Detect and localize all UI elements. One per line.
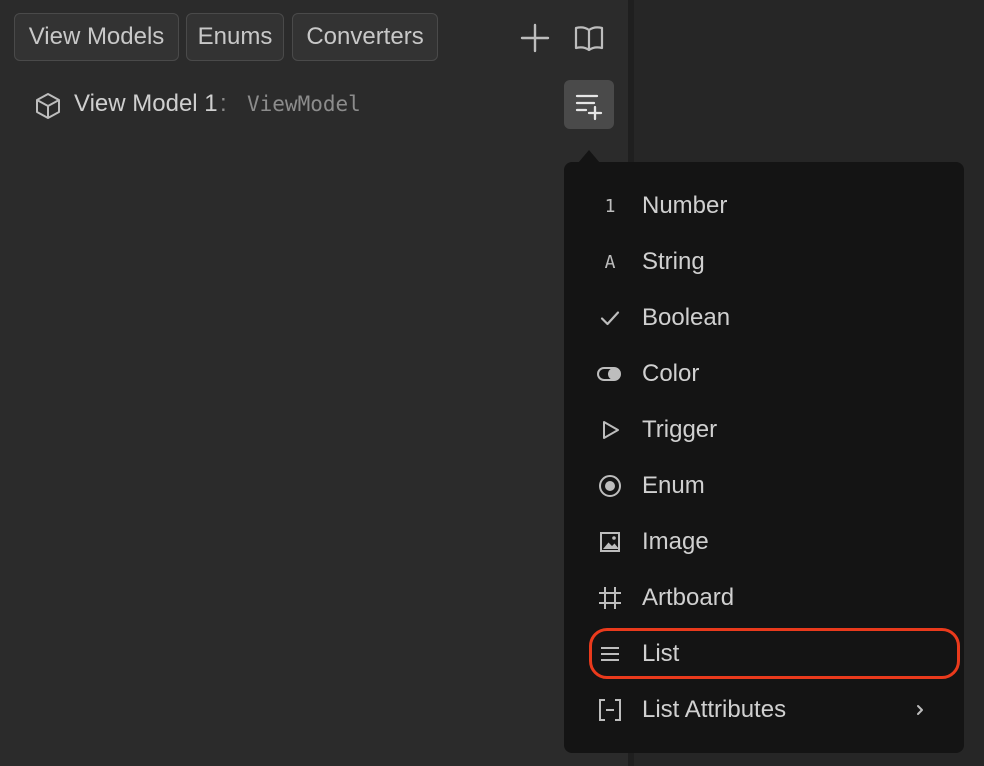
list-highlight-outline [589, 628, 960, 679]
plus-icon[interactable] [515, 18, 555, 58]
cube-icon [33, 91, 63, 121]
play-triangle-icon [596, 416, 624, 444]
tab-view-models[interactable]: View Models [14, 13, 179, 61]
tab-enums[interactable]: Enums [186, 13, 284, 61]
menu-item-label: Boolean [642, 304, 731, 331]
menu-item-enum[interactable]: Enum [588, 462, 958, 512]
menu-item-label: List Attributes [642, 696, 787, 723]
image-icon [596, 528, 624, 556]
book-icon[interactable] [569, 18, 609, 58]
view-model-name: View Model 1 [74, 90, 218, 117]
menu-item-image[interactable]: Image [588, 518, 958, 568]
menu-item-label: Enum [642, 472, 705, 499]
view-model-row[interactable]: View Model 1 : ViewModel [30, 82, 570, 128]
hash-frame-icon [596, 584, 624, 612]
menu-item-label: Number [642, 192, 728, 219]
radio-icon [596, 472, 624, 500]
string-icon: A [604, 251, 616, 273]
menu-item-number[interactable]: 1 Number [588, 182, 958, 232]
menu-item-label: Color [642, 360, 700, 387]
menu-item-label: Trigger [642, 416, 718, 443]
menu-item-label: Artboard [642, 584, 735, 611]
add-property-button[interactable] [564, 80, 614, 129]
menu-item-trigger[interactable]: Trigger [588, 406, 958, 456]
checkmark-icon [596, 304, 624, 332]
menu-item-label: Image [642, 528, 709, 555]
number-icon: 1 [604, 195, 616, 217]
menu-item-color[interactable]: Color [588, 350, 958, 400]
menu-item-boolean[interactable]: Boolean [588, 294, 958, 344]
menu-item-artboard[interactable]: Artboard [588, 574, 958, 624]
list-add-icon [575, 94, 603, 121]
view-model-type: ViewModel [247, 92, 361, 116]
chevron-right-icon [910, 698, 930, 722]
menu-item-list-attributes[interactable]: List Attributes [588, 686, 958, 736]
type-separator: : [220, 90, 227, 117]
color-toggle-icon [596, 360, 624, 388]
menu-item-label: String [642, 248, 705, 275]
tab-converters[interactable]: Converters [292, 13, 438, 61]
menu-item-string[interactable]: A String [588, 238, 958, 288]
bracket-minus-icon [596, 696, 624, 724]
